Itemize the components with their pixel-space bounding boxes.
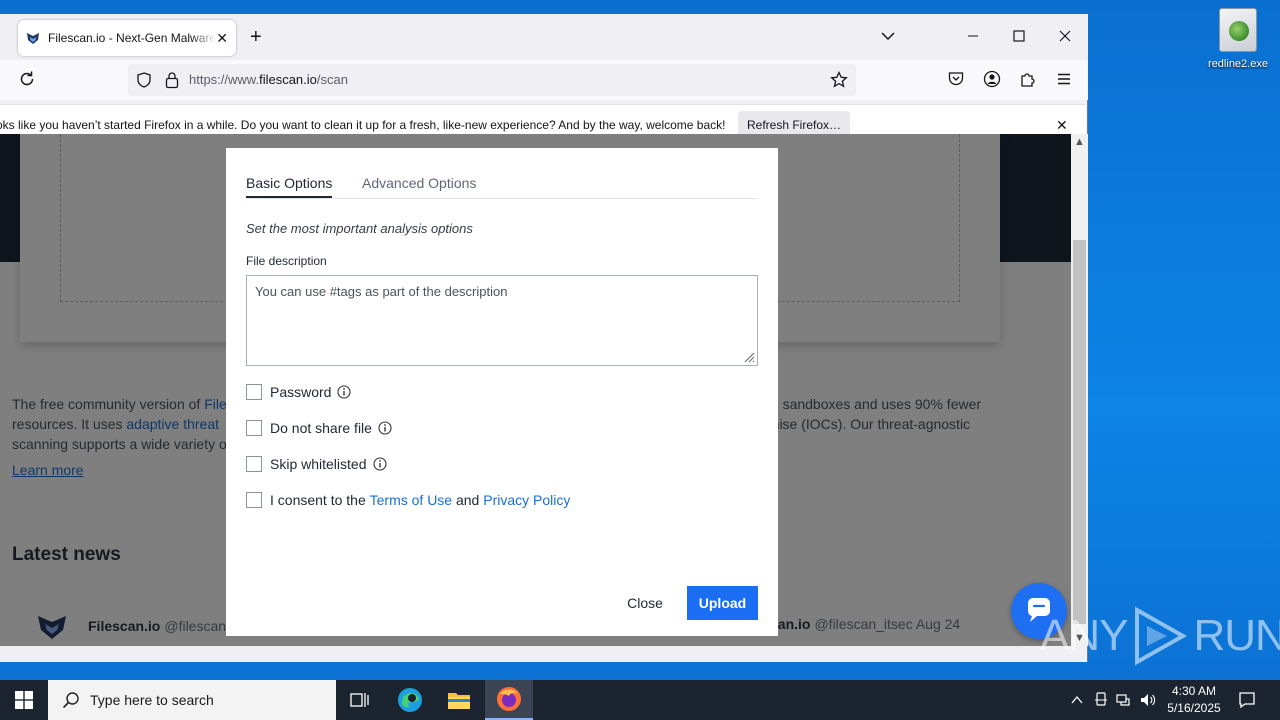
do-not-share-label: Do not share file [270,420,372,436]
resize-grip-icon[interactable] [743,351,755,363]
scrollbar-thumb[interactable] [1073,240,1086,624]
chevron-up-icon[interactable] [1070,693,1084,707]
clock-time: 4:30 AM [1171,684,1217,698]
maximize-icon [1013,30,1025,42]
desktop-icon-redline2[interactable]: redline2.exe [1200,8,1276,70]
password-label: Password [270,384,332,400]
desktop-icon-label: redline2.exe [1208,58,1268,70]
consent-prefix: I consent to the [270,492,370,508]
info-icon[interactable] [378,421,392,435]
upload-button[interactable]: Upload [687,586,758,620]
minimize-button[interactable] [950,14,996,58]
edge-browser-icon [398,688,422,712]
skip-whitelisted-label: Skip whitelisted [270,456,367,472]
filescan-favicon-icon [27,33,39,44]
extensions-puzzle-icon[interactable] [1019,70,1037,88]
tab-close-icon[interactable]: ✕ [216,30,228,47]
close-icon [1059,30,1071,42]
upload-options-modal: Basic Options Advanced Options Set the m… [226,148,778,636]
consent-and: and [452,492,484,508]
browser-tab-filescan[interactable]: Filescan.io - Next-Gen Malware ✕ [18,20,236,56]
volume-icon[interactable] [1140,692,1156,708]
close-button[interactable]: Close [612,586,678,620]
hamburger-menu-icon[interactable] [1055,70,1073,88]
firefox-taskbar-button[interactable] [485,680,533,720]
windows-taskbar: Type here to search 4:30 AM 5/16/2025 [0,680,1280,720]
tab-basic-options[interactable]: Basic Options [246,175,333,198]
notification-close-icon[interactable]: ✕ [1056,117,1068,134]
bookmark-star-icon[interactable] [830,71,848,89]
search-placeholder: Type here to search [90,692,214,708]
notifications-button[interactable] [1224,680,1270,720]
pocket-icon[interactable] [947,70,965,88]
tab-title: Filescan.io - Next-Gen Malware [48,31,216,45]
privacy-policy-link[interactable]: Privacy Policy [483,492,570,508]
folder-icon [448,693,470,709]
password-checkbox[interactable] [246,384,262,400]
device-icon[interactable] [1094,692,1108,708]
minimize-icon [968,35,978,37]
task-view-icon [350,693,369,707]
file-description-label: File description [246,254,327,268]
do-not-share-option: Do not share file [246,420,392,436]
network-icon[interactable] [1116,692,1132,708]
clock-date: 5/16/2025 [1167,701,1221,715]
tab-advanced-options[interactable]: Advanced Options [362,175,476,191]
file-description-field[interactable] [246,275,758,366]
password-option: Password [246,384,352,400]
do-not-share-checkbox[interactable] [246,420,262,436]
options-tabs: Basic Options Advanced Options [246,172,758,199]
consent-option: I consent to the Terms of Use and Privac… [246,492,570,508]
edge-taskbar-button[interactable] [386,680,434,720]
reload-icon[interactable] [18,70,36,88]
action-center-icon [1239,692,1255,709]
skip-whitelisted-checkbox[interactable] [246,456,262,472]
play-logo-icon [1135,606,1188,666]
navigation-toolbar: https://www.filescan.io/scan [0,60,1088,100]
system-tray [1070,680,1156,720]
anyrun-watermark: ANY RUN [1040,606,1280,666]
account-icon[interactable] [983,70,1001,88]
info-icon[interactable] [372,457,387,471]
scroll-up-arrow-icon[interactable]: ▲ [1074,136,1085,148]
terms-of-use-link[interactable]: Terms of Use [370,492,452,508]
close-window-button[interactable] [1042,14,1088,58]
executable-file-icon [1219,8,1257,52]
list-all-tabs-chevron-icon[interactable] [880,28,896,44]
windows-logo-icon [15,691,33,709]
taskbar-search-box[interactable]: Type here to search [48,680,336,720]
consent-checkbox[interactable] [246,492,262,508]
notification-message: oks like you haven’t started Firefox in … [0,118,726,132]
page-scrollbar[interactable]: ▲ ▼ [1071,134,1088,646]
firefox-icon [497,687,521,711]
new-tab-button[interactable]: + [250,26,262,48]
start-button[interactable] [0,680,48,720]
info-icon[interactable] [337,385,352,399]
url-text: https://www.filescan.io/scan [189,72,348,87]
file-explorer-taskbar-button[interactable] [435,680,483,720]
maximize-button[interactable] [996,14,1042,58]
search-icon [62,692,79,709]
tracking-protection-shield-icon[interactable] [136,72,152,88]
tab-bar: Filescan.io - Next-Gen Malware ✕ + [0,14,1088,60]
lock-icon[interactable] [164,71,180,89]
taskbar-clock[interactable]: 4:30 AM 5/16/2025 [1162,683,1226,717]
options-subtitle: Set the most important analysis options [246,221,473,236]
url-bar[interactable]: https://www.filescan.io/scan [128,64,856,96]
skip-whitelisted-option: Skip whitelisted [246,456,387,472]
task-view-button[interactable] [336,680,384,720]
